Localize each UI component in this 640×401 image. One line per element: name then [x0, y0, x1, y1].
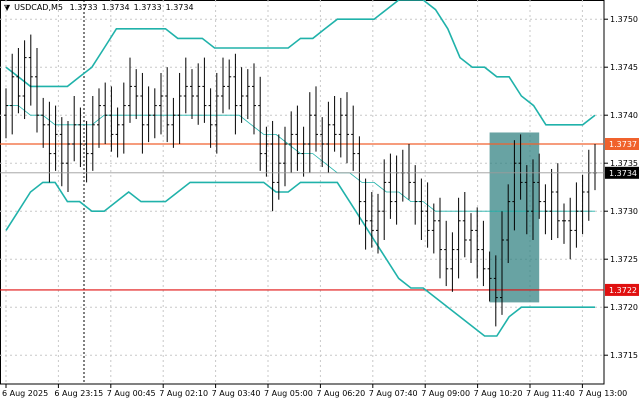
y-tick-label: 1.3740: [610, 111, 638, 120]
x-tick-label: 7 Aug 03:40: [212, 389, 261, 398]
y-tick-label: 1.3745: [610, 63, 638, 72]
y-tick-label: 1.3715: [610, 351, 638, 360]
x-tick-label: 7 Aug 13:00: [578, 389, 627, 398]
x-tick-label: 6 Aug 2025: [2, 389, 48, 398]
y-tick-label: 1.3750: [610, 15, 638, 24]
x-tick-label: 7 Aug 07:40: [369, 389, 418, 398]
x-tick-label: 6 Aug 23:15: [54, 389, 103, 398]
y-tick-label: 1.3730: [610, 207, 638, 216]
level-tag-label: 1.3722: [609, 286, 637, 295]
x-tick-label: 7 Aug 06:20: [316, 389, 365, 398]
price-chart[interactable]: 1.37501.37451.37401.37351.37301.37251.37…: [0, 0, 640, 401]
level-tag-label: 1.3737: [609, 140, 637, 149]
y-tick-label: 1.3725: [610, 255, 638, 264]
current-price-label: 1.3734: [609, 169, 637, 178]
x-tick-label: 7 Aug 09:00: [421, 389, 470, 398]
x-tick-label: 7 Aug 00:45: [107, 389, 156, 398]
y-tick-label: 1.3720: [610, 303, 638, 312]
x-tick-label: 7 Aug 11:40: [526, 389, 575, 398]
x-tick-label: 7 Aug 10:20: [474, 389, 523, 398]
x-tick-label: 7 Aug 02:10: [159, 389, 208, 398]
x-tick-label: 7 Aug 05:00: [264, 389, 313, 398]
